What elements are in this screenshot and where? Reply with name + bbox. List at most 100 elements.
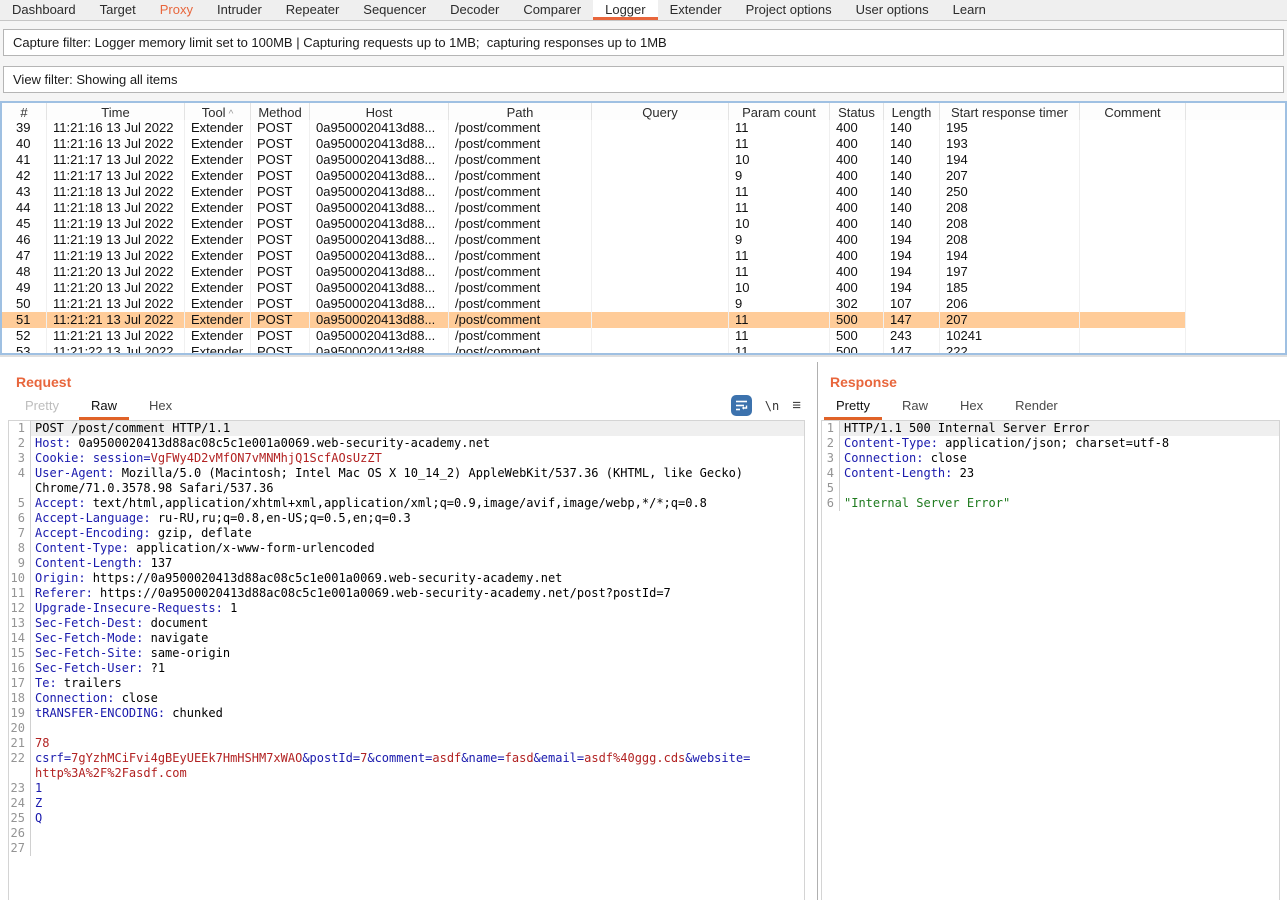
newline-visibility-icon[interactable]: \n (765, 399, 779, 413)
tab-raw[interactable]: Raw (79, 395, 129, 420)
nav-tab-decoder[interactable]: Decoder (438, 0, 511, 20)
table-cell (1080, 264, 1186, 280)
table-row[interactable]: 4711:21:19 13 Jul 2022ExtenderPOST0a9500… (2, 248, 1285, 264)
table-cell: 207 (940, 168, 1080, 184)
table-cell: 9 (729, 232, 830, 248)
nav-tab-learn[interactable]: Learn (941, 0, 998, 20)
sort-asc-icon: ^ (229, 109, 234, 120)
tab-render[interactable]: Render (1003, 395, 1070, 420)
table-cell (592, 248, 729, 264)
editor-line: 3Connection: close (822, 451, 1279, 466)
table-cell (592, 136, 729, 152)
table-cell: POST (251, 200, 310, 216)
table-cell: 51 (2, 312, 47, 328)
table-editor-splitter[interactable] (0, 355, 1287, 362)
line-content: http%3A%2F%2Fasdf.com (31, 766, 804, 781)
table-cell: 500 (830, 344, 884, 355)
table-row[interactable]: 5111:21:21 13 Jul 2022ExtenderPOST0a9500… (2, 312, 1285, 328)
table-cell (592, 296, 729, 312)
log-table-rows: 3911:21:16 13 Jul 2022ExtenderPOST0a9500… (2, 120, 1285, 355)
table-cell: 11:21:20 13 Jul 2022 (47, 264, 185, 280)
table-cell: Extender (185, 152, 251, 168)
table-cell: Extender (185, 264, 251, 280)
table-cell: 302 (830, 296, 884, 312)
tab-pretty[interactable]: Pretty (13, 395, 71, 420)
table-cell: 400 (830, 216, 884, 232)
table-row[interactable]: 4511:21:19 13 Jul 2022ExtenderPOST0a9500… (2, 216, 1285, 232)
table-row[interactable]: 4311:21:18 13 Jul 2022ExtenderPOST0a9500… (2, 184, 1285, 200)
table-row[interactable]: 4011:21:16 13 Jul 2022ExtenderPOST0a9500… (2, 136, 1285, 152)
table-cell: 140 (884, 136, 940, 152)
tab-hex[interactable]: Hex (948, 395, 995, 420)
table-cell: 140 (884, 216, 940, 232)
response-editor[interactable]: 1HTTP/1.1 500 Internal Server Error2Cont… (821, 420, 1280, 900)
nav-tab-extender[interactable]: Extender (658, 0, 734, 20)
nav-tab-project-options[interactable]: Project options (734, 0, 844, 20)
nav-tab-dashboard[interactable]: Dashboard (0, 0, 88, 20)
table-cell: 46 (2, 232, 47, 248)
table-cell: 140 (884, 120, 940, 136)
table-cell: 11 (729, 248, 830, 264)
table-cell: /post/comment (449, 280, 592, 296)
tab-hex[interactable]: Hex (137, 395, 184, 420)
line-content: HTTP/1.1 500 Internal Server Error (840, 421, 1279, 436)
nav-tab-comparer[interactable]: Comparer (511, 0, 593, 20)
table-row[interactable]: 4111:21:17 13 Jul 2022ExtenderPOST0a9500… (2, 152, 1285, 168)
nav-tab-sequencer[interactable]: Sequencer (351, 0, 438, 20)
line-number: 10 (9, 571, 31, 586)
nav-tab-target[interactable]: Target (88, 0, 148, 20)
table-cell: 40 (2, 136, 47, 152)
table-cell: 0a9500020413d88... (310, 280, 449, 296)
capture-filter-bar[interactable]: Capture filter: Logger memory limit set … (3, 29, 1284, 56)
table-cell: POST (251, 248, 310, 264)
table-cell: 11:21:19 13 Jul 2022 (47, 216, 185, 232)
nav-tab-user-options[interactable]: User options (844, 0, 941, 20)
table-cell: /post/comment (449, 312, 592, 328)
line-content: csrf=7gYzhMCiFvi4gBEyUEEk7HmHSHM7xWAO&po… (31, 751, 804, 766)
tab-raw[interactable]: Raw (890, 395, 940, 420)
table-row[interactable]: 5011:21:21 13 Jul 2022ExtenderPOST0a9500… (2, 296, 1285, 312)
table-cell: Extender (185, 280, 251, 296)
request-editor[interactable]: 1POST /post/comment HTTP/1.12Host: 0a950… (8, 420, 805, 900)
editor-line: 1HTTP/1.1 500 Internal Server Error (822, 421, 1279, 436)
table-cell: POST (251, 120, 310, 136)
table-cell: /post/comment (449, 152, 592, 168)
table-row[interactable]: 4911:21:20 13 Jul 2022ExtenderPOST0a9500… (2, 280, 1285, 296)
nav-tab-logger[interactable]: Logger (593, 0, 657, 20)
line-number: 17 (9, 676, 31, 691)
table-cell (1080, 136, 1186, 152)
line-content: tRANSFER-ENCODING: chunked (31, 706, 804, 721)
table-cell: 500 (830, 328, 884, 344)
table-row[interactable]: 4611:21:19 13 Jul 2022ExtenderPOST0a9500… (2, 232, 1285, 248)
table-cell: 147 (884, 312, 940, 328)
table-cell: 140 (884, 200, 940, 216)
view-filter-bar[interactable]: View filter: Showing all items (3, 66, 1284, 93)
table-row[interactable]: 5211:21:21 13 Jul 2022ExtenderPOST0a9500… (2, 328, 1285, 344)
nav-tab-proxy[interactable]: Proxy (148, 0, 205, 20)
soft-wrap-toggle-icon[interactable] (731, 395, 752, 416)
table-cell: 194 (884, 264, 940, 280)
nav-tab-intruder[interactable]: Intruder (205, 0, 274, 20)
editor-line: 26 (9, 826, 804, 841)
table-row[interactable]: 4411:21:18 13 Jul 2022ExtenderPOST0a9500… (2, 200, 1285, 216)
table-cell (1186, 328, 1287, 344)
table-row[interactable]: 4211:21:17 13 Jul 2022ExtenderPOST0a9500… (2, 168, 1285, 184)
table-cell (592, 200, 729, 216)
line-number: 4 (822, 466, 840, 481)
table-cell: 194 (884, 248, 940, 264)
editor-line: 11Referer: https://0a9500020413d88ac08c5… (9, 586, 804, 601)
table-cell: Extender (185, 200, 251, 216)
line-content: Host: 0a9500020413d88ac08c5c1e001a0069.w… (31, 436, 804, 451)
table-cell (1186, 216, 1287, 232)
table-row[interactable]: 5311:21:22 13 Jul 2022ExtenderPOST0a9500… (2, 344, 1285, 355)
line-number: 23 (9, 781, 31, 796)
table-row[interactable]: 4811:21:20 13 Jul 2022ExtenderPOST0a9500… (2, 264, 1285, 280)
editor-line: 24Z (9, 796, 804, 811)
nav-tab-repeater[interactable]: Repeater (274, 0, 351, 20)
table-row[interactable]: 3911:21:16 13 Jul 2022ExtenderPOST0a9500… (2, 120, 1285, 136)
editor-menu-icon[interactable]: ≡ (792, 397, 801, 414)
tab-pretty[interactable]: Pretty (824, 395, 882, 420)
table-cell (1186, 168, 1287, 184)
editor-line: 7Accept-Encoding: gzip, deflate (9, 526, 804, 541)
table-cell: 10 (729, 216, 830, 232)
